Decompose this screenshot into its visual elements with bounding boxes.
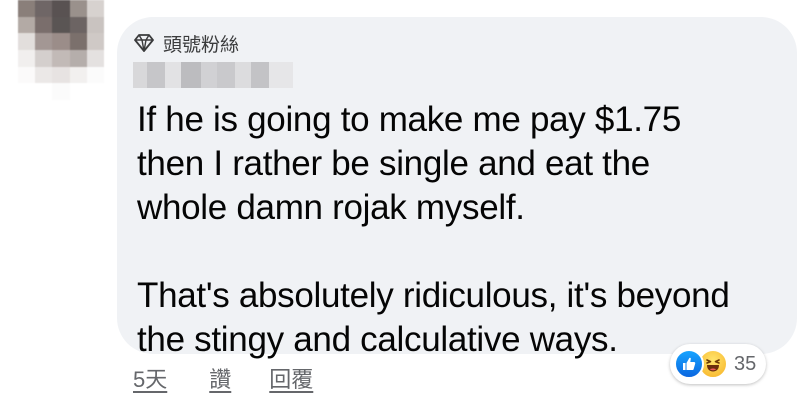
diamond-icon [134,34,154,52]
comment-actions: 5天 讚 回覆 [133,362,313,394]
reactions-summary[interactable]: 35 [670,344,767,384]
comment-paragraph-1: If he is going to make me pay $1.75 then… [137,100,681,227]
reply-button[interactable]: 回覆 [269,362,313,394]
timestamp-link[interactable]: 5天 [133,362,167,394]
top-fan-label: 頭號粉絲 [163,34,240,56]
author-name-blurred[interactable] [133,62,293,88]
comment-text: If he is going to make me pay $1.75 then… [137,98,777,362]
like-icon [674,349,704,379]
avatar[interactable] [18,0,104,100]
reaction-count: 35 [734,352,757,375]
like-button[interactable]: 讚 [209,362,231,394]
top-fan-badge[interactable]: 頭號粉絲 [133,30,239,56]
